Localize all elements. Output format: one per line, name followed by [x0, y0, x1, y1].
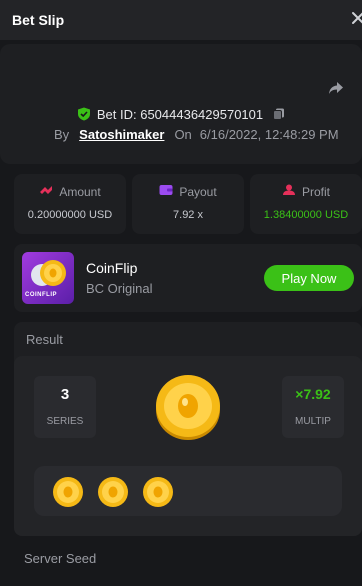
- multiplier-value: ×7.92: [295, 386, 331, 402]
- shield-check-icon: [77, 107, 91, 121]
- bet-slip-header: Bet Slip: [0, 0, 362, 40]
- coinflip-thumbnail[interactable]: COINFLIP: [22, 252, 74, 304]
- history-coin-icon: [98, 477, 128, 507]
- profit-icon: [282, 184, 296, 199]
- bet-id-row: Bet ID: 65044436429570101: [0, 104, 362, 124]
- stat-payout-label: Payout: [179, 184, 217, 199]
- history-coin-icon: [53, 477, 83, 507]
- stat-profit-value: 1.38400000 USD: [263, 209, 349, 221]
- flip-history: [34, 466, 342, 516]
- history-coin-icon: [143, 477, 173, 507]
- stat-amount-label: Amount: [59, 184, 101, 199]
- stat-payout-value: 7.92 x: [173, 209, 203, 221]
- stat-amount-value: 0.20000000 USD: [27, 209, 113, 221]
- by-label: By: [54, 126, 70, 142]
- game-subtitle: BC Original: [86, 281, 153, 296]
- coin-result-icon: [156, 375, 220, 440]
- bet-datetime: 6/16/2022, 12:48:29 PM: [199, 126, 339, 142]
- amount-icon: [39, 184, 53, 199]
- on-label: On: [174, 126, 192, 142]
- server-seed-label: Server Seed: [24, 551, 97, 566]
- stat-payout: Payout 7.92 x: [132, 174, 244, 234]
- share-icon[interactable]: [327, 79, 345, 97]
- stat-profit: Profit 1.38400000 USD: [250, 174, 362, 234]
- thumbnail-text: COINFLIP: [25, 292, 57, 298]
- series-value: 3: [60, 386, 70, 403]
- dialog-title: Bet Slip: [12, 12, 65, 28]
- user-link[interactable]: Satoshimaker: [79, 127, 164, 142]
- multiplier-label: MULTIP: [295, 416, 331, 427]
- multiplier-box: ×7.92 MULTIP: [282, 376, 344, 438]
- series-label: SERIES: [46, 416, 84, 427]
- result-panel: 3 SERIES ×7.92 MULTIP: [14, 356, 362, 536]
- play-now-button[interactable]: Play Now: [264, 265, 354, 291]
- bet-id: Bet ID: 65044436429570101: [96, 106, 264, 122]
- stat-profit-label: Profit: [301, 184, 330, 199]
- result-section: Result 3 SERIES ×7.92 MULTIP: [14, 322, 362, 536]
- series-box: 3 SERIES: [34, 376, 96, 438]
- stat-amount: Amount 0.20000000 USD: [14, 174, 126, 234]
- wallet-icon: [159, 184, 173, 199]
- game-card: COINFLIP CoinFlip BC Original Play Now: [14, 244, 362, 312]
- copy-icon[interactable]: [273, 108, 285, 120]
- result-title: Result: [26, 332, 63, 347]
- game-name: CoinFlip: [86, 260, 138, 276]
- close-icon[interactable]: [350, 10, 362, 26]
- bet-author-row: By Satoshimaker On 6/16/2022, 12:48:29 P…: [54, 124, 339, 144]
